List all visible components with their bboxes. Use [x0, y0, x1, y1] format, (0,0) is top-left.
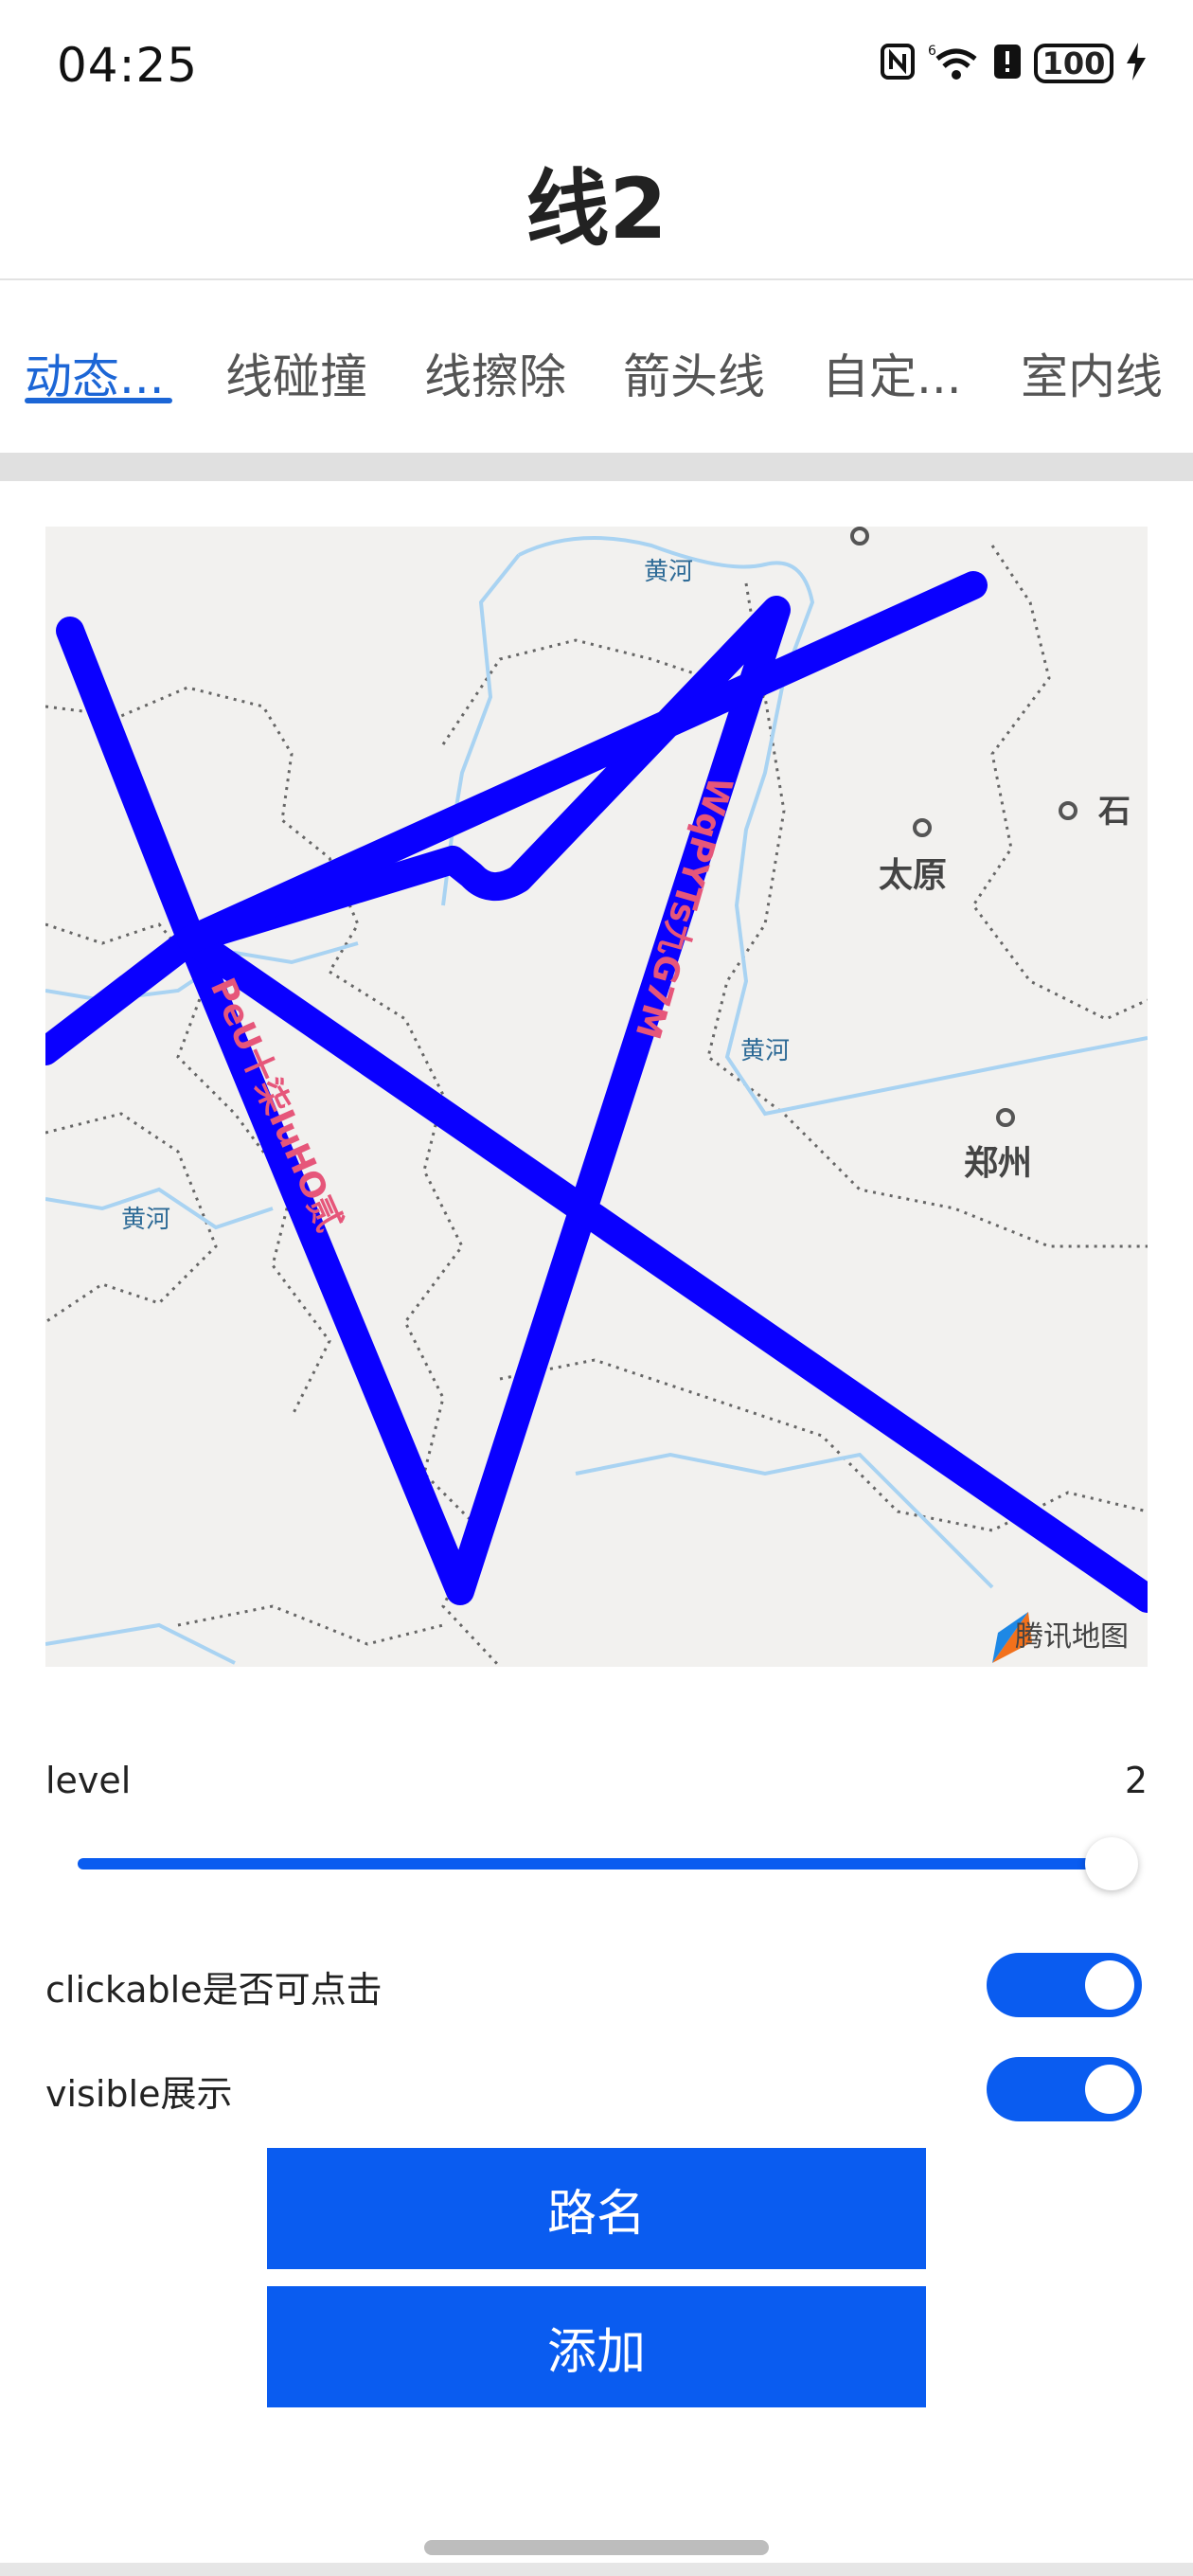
map-label-yellow-river: 黄河 — [644, 558, 693, 586]
status-time: 04:25 — [57, 38, 199, 93]
visible-label: visible展示 — [45, 2073, 233, 2115]
province-boundary — [177, 1604, 444, 1646]
level-value: 2 — [1124, 1760, 1148, 1801]
city-marker — [913, 818, 932, 837]
tab-custom[interactable]: 自定... — [822, 339, 962, 407]
svg-text:6: 6 — [928, 44, 936, 59]
clickable-toggle[interactable] — [987, 1953, 1142, 2017]
river — [575, 1452, 994, 1589]
river — [45, 1622, 236, 1665]
level-label: level — [45, 1760, 132, 1801]
page-title: 线2 — [525, 160, 668, 258]
map-label-yellow-river: 黄河 — [121, 1206, 170, 1234]
add-button[interactable]: 添加 — [267, 2286, 926, 2407]
map-view[interactable]: 黄河 太原 石 黄河 郑州 黄河 PeU十柒IuHO贰 WqPYTs九G7M 腾… — [45, 527, 1148, 1667]
city-marker — [850, 527, 869, 546]
road-name-button[interactable]: 路名 — [267, 2148, 926, 2269]
bottom-strip — [0, 2563, 1193, 2576]
title-bar: 线2 — [0, 133, 1193, 280]
yellow-river — [518, 536, 1148, 1117]
level-slider-track[interactable] — [78, 1858, 1112, 1869]
charging-icon — [1125, 43, 1148, 84]
wifi-icon: 6 — [928, 42, 981, 85]
map-logo-text: 腾讯地图 — [1015, 1620, 1129, 1654]
tab-bar: 动态... 线碰撞 线擦除 箭头线 自定... 室内线 — [0, 280, 1193, 451]
tab-active-indicator — [25, 398, 172, 403]
status-bar: 04:25 6 100 — [0, 0, 1193, 133]
tab-line-collision[interactable]: 线碰撞 — [225, 339, 367, 407]
map-label-yellow-river: 黄河 — [740, 1037, 790, 1065]
level-slider-thumb[interactable] — [1085, 1837, 1138, 1890]
tab-indoor-line[interactable]: 室内线 — [1021, 339, 1163, 407]
clickable-label: clickable是否可点击 — [45, 1969, 383, 2011]
map-label-zhengzhou: 郑州 — [964, 1144, 1032, 1183]
section-divider — [0, 453, 1193, 481]
polyline-upper[interactable] — [177, 571, 988, 954]
province-boundary — [971, 545, 1148, 1021]
status-icons: 6 100 — [879, 42, 1148, 85]
map-canvas: 黄河 太原 石 黄河 郑州 黄河 PeU十柒IuHO贰 WqPYTs九G7M 腾… — [45, 527, 1148, 1667]
toggle-knob — [1085, 1960, 1134, 2010]
visible-toggle[interactable] — [987, 2057, 1142, 2121]
battery-icon: 100 — [1034, 44, 1113, 83]
map-label-taiyuan: 太原 — [879, 856, 947, 895]
tab-arrow-line[interactable]: 箭头线 — [623, 339, 765, 407]
map-label-shi: 石 — [1097, 793, 1131, 831]
city-marker — [996, 1108, 1015, 1127]
city-marker — [1059, 801, 1077, 820]
toggle-knob — [1085, 2065, 1134, 2114]
tab-line-erase[interactable]: 线擦除 — [424, 339, 566, 407]
tencent-map-logo: 腾讯地图 — [992, 1612, 1129, 1663]
alert-icon — [992, 43, 1023, 84]
nfc-icon — [879, 43, 917, 84]
home-indicator[interactable] — [424, 2540, 769, 2555]
